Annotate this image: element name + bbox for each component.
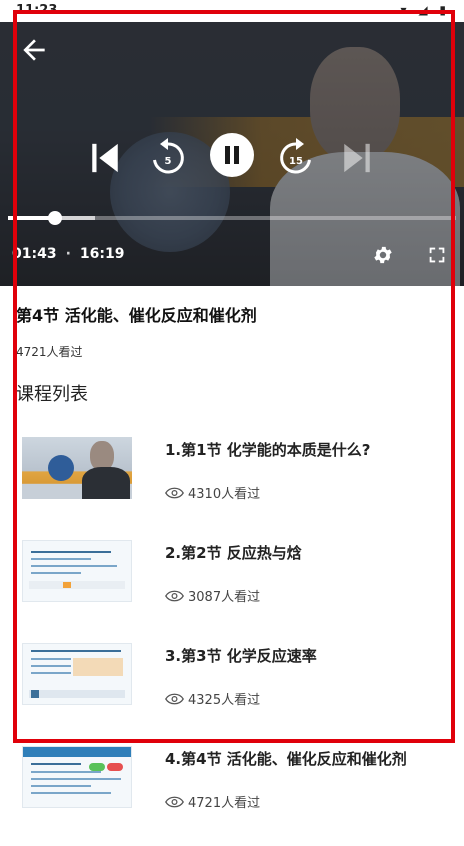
previous-button[interactable] bbox=[88, 138, 122, 178]
course-thumbnail bbox=[22, 746, 132, 808]
rewind-seconds-label: 5 bbox=[165, 156, 172, 167]
course-list-item-1[interactable]: 1.第1节 化学能的本质是什么? 4310人看过 bbox=[0, 437, 464, 537]
time-separator: · bbox=[65, 246, 71, 262]
course-item-views-count: 4310人看过 bbox=[188, 487, 261, 502]
rewind-button[interactable]: 5 bbox=[148, 134, 188, 182]
time-display: 01:43 · 16:19 bbox=[12, 246, 124, 262]
total-duration: 16:19 bbox=[79, 246, 125, 262]
course-item-title: 2.第2节 反应热与焓 bbox=[165, 544, 302, 562]
course-item-views-count: 4721人看过 bbox=[188, 796, 261, 811]
forward-seconds-label: 15 bbox=[289, 156, 303, 167]
course-item-views: 3087人看过 bbox=[165, 586, 260, 605]
gear-icon bbox=[374, 246, 392, 264]
forward-15-icon: 15 bbox=[280, 138, 311, 174]
course-item-views: 4310人看过 bbox=[165, 483, 260, 502]
course-item-views: 4325人看过 bbox=[165, 689, 260, 708]
course-list-heading: 课程列表 bbox=[16, 384, 88, 405]
seek-bar[interactable] bbox=[8, 211, 456, 225]
course-item-views-count: 4325人看过 bbox=[188, 693, 261, 708]
status-icons: ▾ ◢ ▮ bbox=[400, 3, 450, 17]
settings-button[interactable] bbox=[372, 244, 394, 266]
course-item-views: 4721人看过 bbox=[165, 792, 260, 811]
pause-icon bbox=[225, 146, 239, 164]
course-thumbnail bbox=[22, 643, 132, 705]
course-item-title: 1.第1节 化学能的本质是什么? bbox=[165, 441, 371, 459]
arrow-left-icon bbox=[23, 39, 45, 61]
eye-icon bbox=[165, 693, 184, 705]
course-thumbnail bbox=[22, 540, 132, 602]
fullscreen-button[interactable] bbox=[426, 244, 448, 266]
fullscreen-icon bbox=[429, 247, 445, 263]
eye-icon bbox=[165, 590, 184, 602]
lesson-title: 第4节 活化能、催化反应和催化剂 bbox=[16, 306, 257, 325]
eye-icon bbox=[165, 796, 184, 808]
pause-button[interactable] bbox=[210, 133, 254, 177]
course-item-title: 3.第3节 化学反应速率 bbox=[165, 647, 317, 665]
replay-5-icon: 5 bbox=[153, 138, 184, 174]
skip-previous-icon bbox=[92, 143, 118, 173]
seek-bar-thumb[interactable] bbox=[48, 211, 63, 225]
eye-icon bbox=[165, 487, 184, 499]
course-list-item-2[interactable]: 2.第2节 反应热与焓 3087人看过 bbox=[0, 540, 464, 640]
current-time: 01:43 bbox=[12, 246, 57, 262]
lesson-views: 4721人看过 bbox=[16, 345, 83, 359]
course-item-title: 4.第4节 活化能、催化反应和催化剂 bbox=[165, 750, 407, 768]
course-item-views-count: 3087人看过 bbox=[188, 590, 261, 605]
course-list-item-4[interactable]: 4.第4节 活化能、催化反应和催化剂 4721人看过 bbox=[0, 746, 464, 846]
status-time: 11:23 bbox=[16, 3, 58, 18]
skip-next-icon bbox=[344, 143, 370, 173]
forward-button[interactable]: 15 bbox=[276, 134, 316, 182]
status-bar: 11:23 ▾ ◢ ▮ bbox=[0, 0, 464, 22]
course-list-item-3[interactable]: 3.第3节 化学反应速率 4325人看过 bbox=[0, 643, 464, 743]
video-player[interactable]: 5 15 01:43 · 16:19 bbox=[0, 22, 464, 286]
course-thumbnail bbox=[22, 437, 132, 499]
next-button[interactable] bbox=[340, 138, 374, 178]
back-button[interactable] bbox=[18, 34, 50, 66]
